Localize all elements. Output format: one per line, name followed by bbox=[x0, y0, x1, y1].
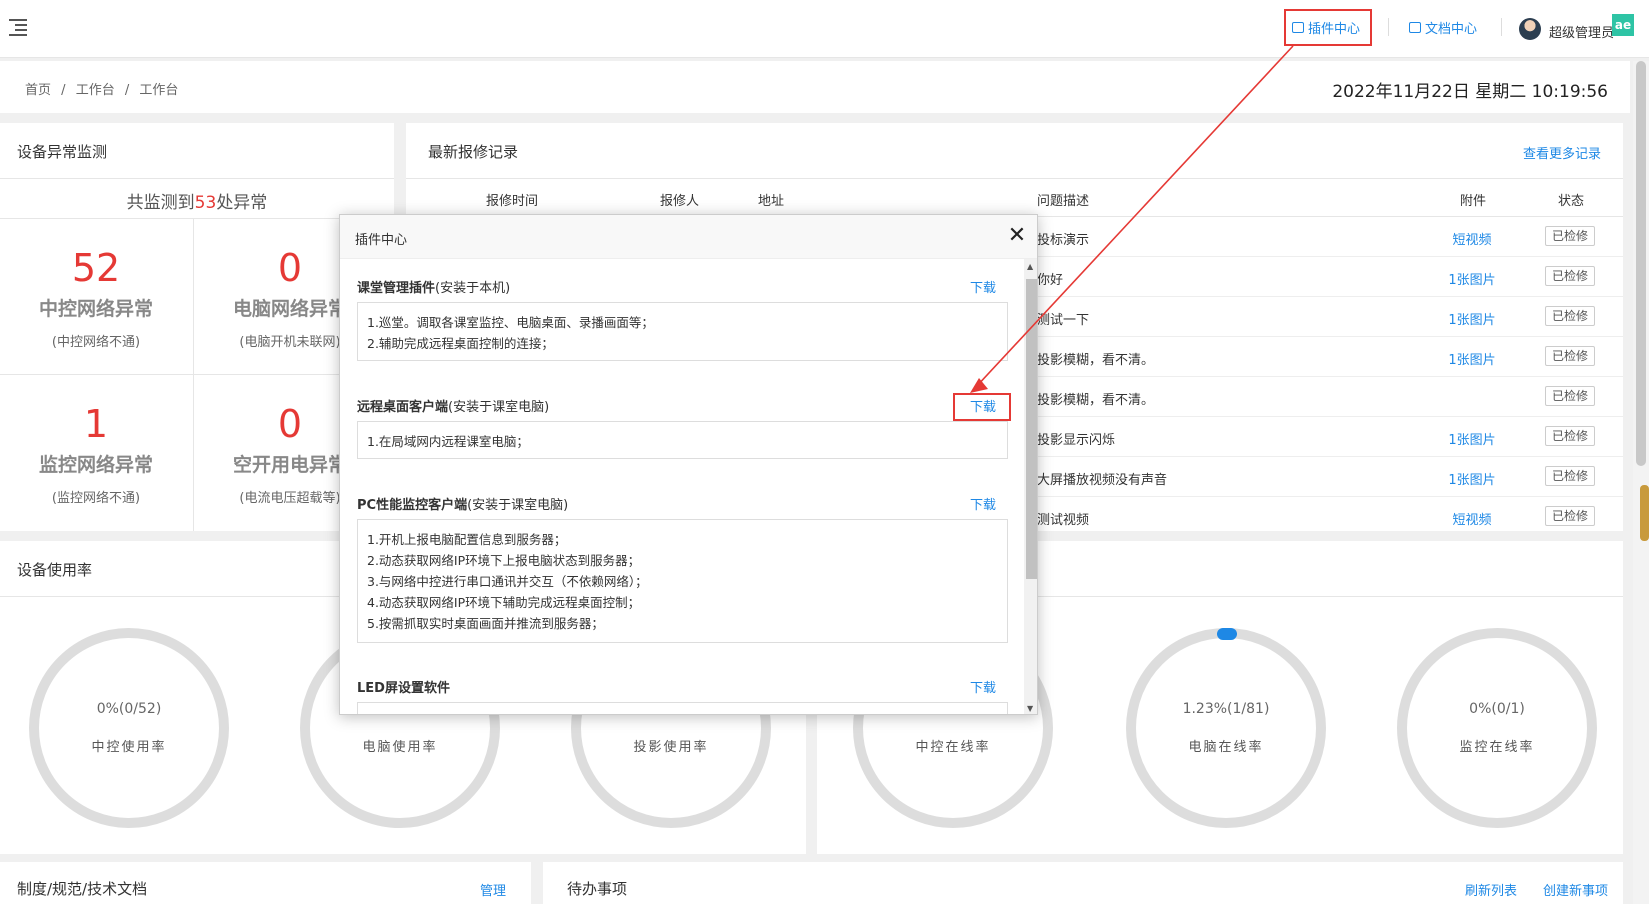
ring-label: 中控在线率 bbox=[915, 740, 991, 755]
ring-value: 0%(0/52) bbox=[96, 701, 162, 717]
panel-title: 待办事项 bbox=[567, 880, 628, 898]
download-link[interactable]: 下载 bbox=[970, 277, 996, 296]
ring-label: 投影使用率 bbox=[633, 740, 709, 755]
dialog-body[interactable]: 课堂管理插件(安装于本机) 下载 1.巡堂。调取各课室监控、电脑桌面、录播画面等… bbox=[340, 259, 1023, 714]
ring-label: 电脑在线率 bbox=[1188, 740, 1264, 755]
plugin-description bbox=[357, 702, 1008, 714]
top-bar: 插件中心 文档中心 超级管理员 ae bbox=[0, 0, 1649, 58]
attachment-link[interactable]: 短视频 bbox=[1422, 509, 1522, 528]
divider bbox=[0, 218, 394, 219]
ring-label: 中控使用率 bbox=[91, 740, 167, 755]
status-badge[interactable]: 已检修 bbox=[1545, 266, 1595, 286]
divider bbox=[1501, 18, 1502, 36]
create-item-link[interactable]: 创建新事项 bbox=[1543, 880, 1608, 899]
plugin-center-dialog: 插件中心 ✕ 课堂管理插件(安装于本机) 下载 1.巡堂。调取各课室监控、电脑桌… bbox=[339, 214, 1038, 715]
document-icon bbox=[1409, 22, 1421, 33]
divider bbox=[406, 178, 1623, 179]
usage-ring bbox=[1397, 628, 1597, 828]
attachment-link[interactable]: 1张图片 bbox=[1422, 469, 1522, 488]
ring-value: 0%(0/1) bbox=[1469, 701, 1525, 717]
attachment-link[interactable]: 1张图片 bbox=[1422, 429, 1522, 448]
col-header-time: 报修时间 bbox=[486, 194, 539, 209]
col-header-status: 状态 bbox=[1558, 194, 1585, 209]
status-badge[interactable]: 已检修 bbox=[1545, 506, 1595, 526]
panel-title: 设备异常监测 bbox=[17, 143, 108, 161]
todo-panel: 待办事项 刷新列表 创建新事项 bbox=[543, 862, 1623, 904]
ring-value: 1.23%(1/81) bbox=[1182, 701, 1270, 717]
usage-ring bbox=[1126, 628, 1326, 828]
close-icon[interactable]: ✕ bbox=[1005, 224, 1029, 248]
app-badge-icon[interactable]: ae bbox=[1612, 14, 1634, 36]
panel-title: 最新报修记录 bbox=[428, 143, 519, 161]
plugin-description: 1.开机上报电脑配置信息到服务器； 2.动态获取网络IP环境下上报电脑状态到服务… bbox=[357, 519, 1008, 643]
dialog-scrollbar[interactable]: ▲ ▼ bbox=[1024, 259, 1037, 714]
col-header-address: 地址 bbox=[758, 194, 785, 209]
attachment-link[interactable]: 短视频 bbox=[1422, 229, 1522, 248]
usage-ring bbox=[29, 628, 229, 828]
panel-title: 设备使用率 bbox=[17, 561, 93, 579]
col-header-description: 问题描述 bbox=[1037, 194, 1090, 209]
more-records-link[interactable]: 查看更多记录 bbox=[1523, 143, 1601, 162]
download-link[interactable]: 下载 bbox=[970, 677, 996, 696]
plugin-name: 课堂管理插件(安装于本机) bbox=[357, 281, 511, 296]
monitor-summary: 共监测到53处异常 bbox=[126, 193, 268, 213]
breadcrumb-home[interactable]: 首页 bbox=[25, 83, 51, 98]
attachment-link[interactable]: 1张图片 bbox=[1422, 309, 1522, 328]
menu-toggle-icon[interactable] bbox=[9, 18, 29, 36]
divider bbox=[0, 374, 394, 375]
dialog-title: 插件中心 bbox=[355, 233, 408, 248]
col-header-attachment: 附件 bbox=[1460, 194, 1487, 209]
breadcrumb: 首页 / 工作台 / 工作台 bbox=[25, 79, 184, 98]
doc-center-link[interactable]: 文档中心 bbox=[1409, 18, 1477, 37]
plugin-description: 1.在局域网内远程课室电脑； bbox=[357, 421, 1008, 459]
plugin-description: 1.巡堂。调取各课室监控、电脑桌面、录播画面等； 2.辅助完成远程桌面控制的连接… bbox=[357, 302, 1008, 361]
highlight-box bbox=[1284, 9, 1372, 46]
breadcrumb-workbench[interactable]: 工作台 bbox=[76, 83, 115, 98]
plugin-name: 远程桌面客户端(安装于课室电脑) bbox=[357, 400, 550, 415]
scroll-up-icon[interactable]: ▲ bbox=[1027, 262, 1033, 271]
refresh-list-link[interactable]: 刷新列表 bbox=[1465, 880, 1517, 899]
highlight-box bbox=[953, 393, 1011, 421]
plugin-name: PC性能监控客户端(安装于课室电脑) bbox=[357, 498, 569, 513]
attachment-link[interactable]: 1张图片 bbox=[1422, 349, 1522, 368]
scroll-handle[interactable] bbox=[1640, 485, 1649, 541]
dialog-header: 插件中心 ✕ bbox=[340, 215, 1037, 259]
status-badge[interactable]: 已检修 bbox=[1545, 346, 1595, 366]
status-badge[interactable]: 已检修 bbox=[1545, 226, 1595, 246]
status-badge[interactable]: 已检修 bbox=[1545, 426, 1595, 446]
status-badge[interactable]: 已检修 bbox=[1545, 386, 1595, 406]
avatar[interactable] bbox=[1519, 18, 1541, 40]
plugin-name: LED屏设置软件 bbox=[357, 681, 450, 696]
panel-title: 制度/规范/技术文档 bbox=[17, 880, 148, 898]
divider bbox=[0, 178, 394, 179]
scrollbar-thumb[interactable] bbox=[1026, 279, 1037, 579]
breadcrumb-sep: / bbox=[61, 83, 66, 98]
datetime: 2022年11月22日 星期二 10:19:56 bbox=[1332, 82, 1608, 102]
scrollbar-thumb[interactable] bbox=[1636, 61, 1646, 466]
stat-central-network[interactable]: 52 中控网络异常 (中控网络不通) bbox=[0, 246, 192, 350]
download-link[interactable]: 下载 bbox=[970, 494, 996, 513]
breadcrumb-sep: / bbox=[124, 83, 130, 98]
manage-link[interactable]: 管理 bbox=[480, 880, 506, 899]
ring-progress bbox=[1217, 628, 1237, 640]
ring-label: 电脑使用率 bbox=[362, 740, 438, 755]
col-header-person: 报修人 bbox=[660, 194, 700, 209]
scroll-down-icon[interactable]: ▼ bbox=[1027, 704, 1033, 713]
status-badge[interactable]: 已检修 bbox=[1545, 466, 1595, 486]
ring-label: 监控在线率 bbox=[1459, 740, 1535, 755]
breadcrumb-bar: 首页 / 工作台 / 工作台 2022年11月22日 星期二 10:19:56 bbox=[0, 61, 1630, 113]
divider bbox=[1388, 18, 1389, 36]
status-badge[interactable]: 已检修 bbox=[1545, 306, 1595, 326]
breadcrumb-current: 工作台 bbox=[139, 83, 179, 98]
docs-panel: 制度/规范/技术文档 管理 bbox=[0, 862, 531, 904]
user-name[interactable]: 超级管理员 bbox=[1549, 22, 1614, 41]
page-scrollbar[interactable] bbox=[1633, 61, 1649, 904]
stat-camera-network[interactable]: 1 监控网络异常 (监控网络不通) bbox=[0, 402, 192, 506]
attachment-link[interactable]: 1张图片 bbox=[1422, 269, 1522, 288]
